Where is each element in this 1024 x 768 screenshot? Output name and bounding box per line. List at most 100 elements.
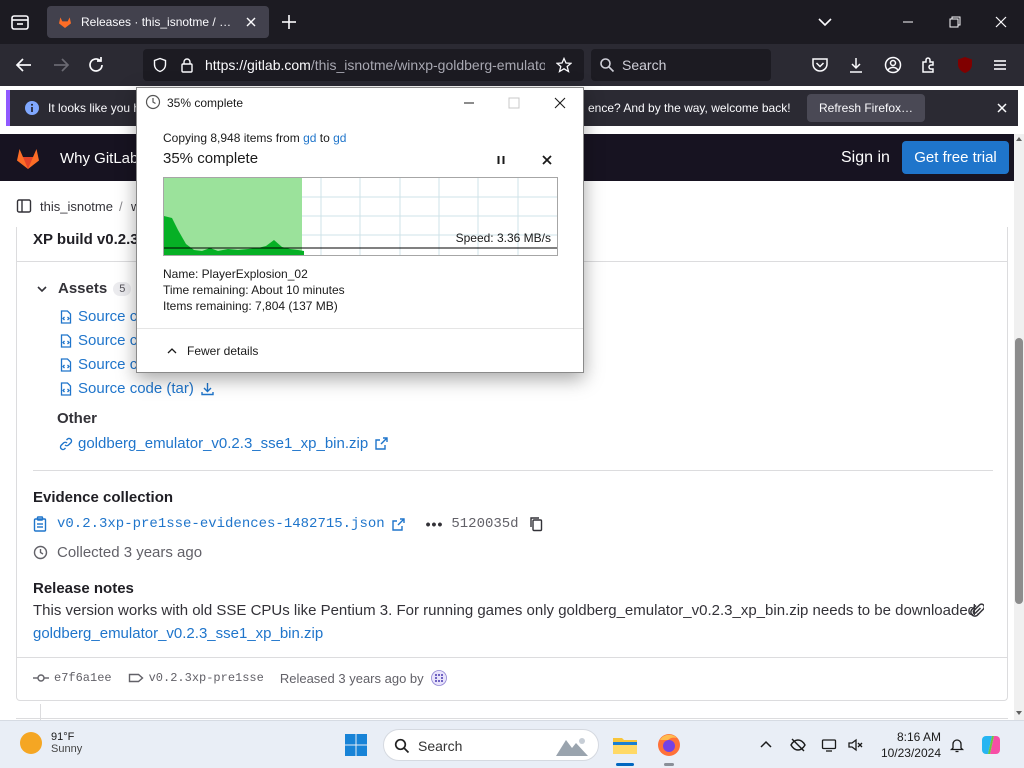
volume-muted-icon[interactable] bbox=[847, 737, 863, 753]
external-link-icon[interactable] bbox=[391, 517, 406, 532]
copying-summary: Copying 8,948 items from gd to gd bbox=[163, 131, 346, 145]
close-window-icon[interactable] bbox=[986, 8, 1016, 36]
explorer-active-indicator bbox=[616, 763, 634, 766]
sun-icon bbox=[20, 732, 42, 754]
url-host: https://gitlab.com bbox=[205, 57, 311, 73]
vpn-eye-icon[interactable] bbox=[790, 737, 806, 753]
user-avatar[interactable] bbox=[430, 670, 447, 686]
refresh-firefox-button[interactable]: Refresh Firefox… bbox=[807, 94, 925, 122]
clock-icon bbox=[33, 545, 48, 560]
browser-nav-bar: https://gitlab.com/this_isnotme/winxp-go… bbox=[0, 44, 1024, 106]
copilot-icon[interactable] bbox=[978, 732, 1004, 758]
scroll-down-arrow-icon[interactable] bbox=[1014, 708, 1024, 718]
dialog-maximize-icon bbox=[508, 97, 520, 109]
tag-link[interactable]: v0.2.3xp-pre1sse bbox=[149, 671, 264, 685]
copy-icon[interactable] bbox=[529, 516, 543, 532]
other-assets-label: Other bbox=[57, 410, 98, 427]
windows-taskbar: 91°F Sunny Search 8:16 AM 10/23/2024 bbox=[0, 720, 1024, 768]
weather-temp: 91°F bbox=[51, 731, 75, 743]
page-scrollbar-thumb[interactable] bbox=[1015, 338, 1023, 604]
search-bar[interactable]: Search bbox=[591, 49, 771, 81]
chevron-up-icon bbox=[167, 348, 177, 354]
cancel-copy-icon[interactable] bbox=[539, 152, 555, 168]
asset-source-link[interactable]: Source c bbox=[59, 308, 137, 325]
list-all-tabs-icon[interactable] bbox=[816, 13, 834, 31]
transfer-speed-graph: Speed: 3.36 MB/s bbox=[163, 177, 558, 256]
browser-tab-active[interactable]: Releases · this_isnotme / winxp-goldberg… bbox=[47, 6, 269, 38]
sidebar-toggle-icon[interactable] bbox=[16, 198, 32, 214]
chevron-down-icon bbox=[37, 285, 47, 292]
ublock-icon[interactable] bbox=[955, 55, 975, 75]
taskbar-search[interactable]: Search bbox=[383, 729, 599, 761]
downloads-icon[interactable] bbox=[846, 55, 866, 75]
doc-code-icon bbox=[60, 381, 72, 396]
forward-icon[interactable] bbox=[50, 54, 72, 76]
bookmark-star-icon[interactable] bbox=[556, 57, 572, 73]
asset-source-link[interactable]: Source c bbox=[59, 332, 137, 349]
tray-chevron-up-icon[interactable] bbox=[758, 737, 774, 753]
weather-widget[interactable]: 91°F Sunny bbox=[20, 731, 82, 755]
dialog-titlebar[interactable]: 35% complete bbox=[137, 88, 583, 116]
pause-icon[interactable] bbox=[493, 152, 509, 168]
firefox-icon[interactable] bbox=[654, 730, 684, 760]
notification-bell-icon[interactable] bbox=[949, 737, 965, 753]
commit-sha-link[interactable]: e7f6a1ee bbox=[54, 671, 112, 685]
doc-code-icon bbox=[60, 333, 72, 348]
reload-icon[interactable] bbox=[85, 54, 107, 76]
collected-text: Collected 3 years ago bbox=[57, 544, 203, 561]
evidence-file-link[interactable]: v0.2.3xp-pre1sse-evidences-1482715.json bbox=[57, 516, 385, 532]
address-bar[interactable]: https://gitlab.com/this_isnotme/winxp-go… bbox=[143, 49, 584, 81]
minimize-window-icon[interactable] bbox=[893, 8, 923, 36]
extensions-icon[interactable] bbox=[919, 55, 939, 75]
gitlab-logo-icon[interactable] bbox=[14, 144, 42, 172]
new-tab-icon[interactable] bbox=[279, 12, 299, 32]
asset-source-tar-link[interactable]: Source code (tar) bbox=[59, 380, 215, 397]
copy-destination-link[interactable]: gd bbox=[333, 131, 346, 145]
percent-complete: 35% complete bbox=[163, 150, 259, 167]
tag-icon bbox=[128, 673, 144, 683]
back-icon[interactable] bbox=[13, 54, 35, 76]
why-gitlab-link[interactable]: Why GitLab bbox=[60, 150, 138, 167]
account-icon[interactable] bbox=[883, 55, 903, 75]
tab-list-icon[interactable] bbox=[8, 10, 32, 34]
assets-count-badge: 5 bbox=[113, 281, 132, 296]
notification-text-right: ence? And by the way, welcome back! bbox=[588, 101, 791, 115]
release-title[interactable]: XP build v0.2.3 bbox=[33, 231, 139, 248]
download-icon bbox=[201, 383, 214, 396]
search-bar-placeholder: Search bbox=[622, 57, 667, 73]
more-actions-icon[interactable]: ••• bbox=[426, 516, 444, 532]
dialog-close-icon[interactable] bbox=[545, 92, 575, 114]
lock-icon[interactable] bbox=[179, 57, 195, 73]
card-footer-divider bbox=[17, 657, 1007, 658]
other-asset-link[interactable]: goldberg_emulator_v0.2.3_sse1_xp_bin.zip bbox=[59, 435, 389, 452]
asset-source-link[interactable]: Source c bbox=[59, 356, 137, 373]
notification-text-left: It looks like you h bbox=[48, 101, 141, 115]
doc-code-icon bbox=[60, 357, 72, 372]
breadcrumb-user[interactable]: this_isnotme bbox=[40, 199, 113, 214]
restore-window-icon[interactable] bbox=[940, 8, 970, 36]
sign-in-link[interactable]: Sign in bbox=[841, 149, 890, 167]
free-trial-button[interactable]: Get free trial bbox=[902, 141, 1009, 174]
copying-prefix: Copying 8,948 items from bbox=[163, 131, 304, 145]
assets-label: Assets bbox=[58, 280, 108, 297]
dialog-minimize-icon[interactable] bbox=[454, 92, 484, 114]
evidence-sha: 5120035d bbox=[451, 516, 519, 532]
fewer-details-button[interactable]: Fewer details bbox=[167, 344, 258, 358]
search-icon bbox=[600, 58, 615, 73]
scroll-up-arrow-icon[interactable] bbox=[1014, 134, 1024, 144]
asset-label: Source c bbox=[78, 332, 138, 349]
taskbar-clock[interactable]: 8:16 AM 10/23/2024 bbox=[873, 729, 941, 761]
network-icon[interactable] bbox=[821, 737, 837, 753]
start-windows-icon[interactable] bbox=[341, 730, 371, 760]
url-text[interactable]: https://gitlab.com/this_isnotme/winxp-go… bbox=[205, 57, 545, 73]
close-notification-icon[interactable] bbox=[994, 100, 1010, 116]
tracking-shield-icon[interactable] bbox=[152, 57, 168, 73]
copy-source-link[interactable]: gd bbox=[303, 131, 316, 145]
pocket-icon[interactable] bbox=[810, 55, 830, 75]
doc-code-icon bbox=[60, 309, 72, 324]
close-tab-icon[interactable] bbox=[243, 14, 259, 30]
file-explorer-icon[interactable] bbox=[610, 730, 640, 760]
assets-header[interactable]: Assets 5 bbox=[36, 280, 132, 297]
release-notes-link[interactable]: goldberg_emulator_v0.2.3_sse1_xp_bin.zip bbox=[33, 625, 323, 642]
hamburger-menu-icon[interactable] bbox=[990, 55, 1010, 75]
